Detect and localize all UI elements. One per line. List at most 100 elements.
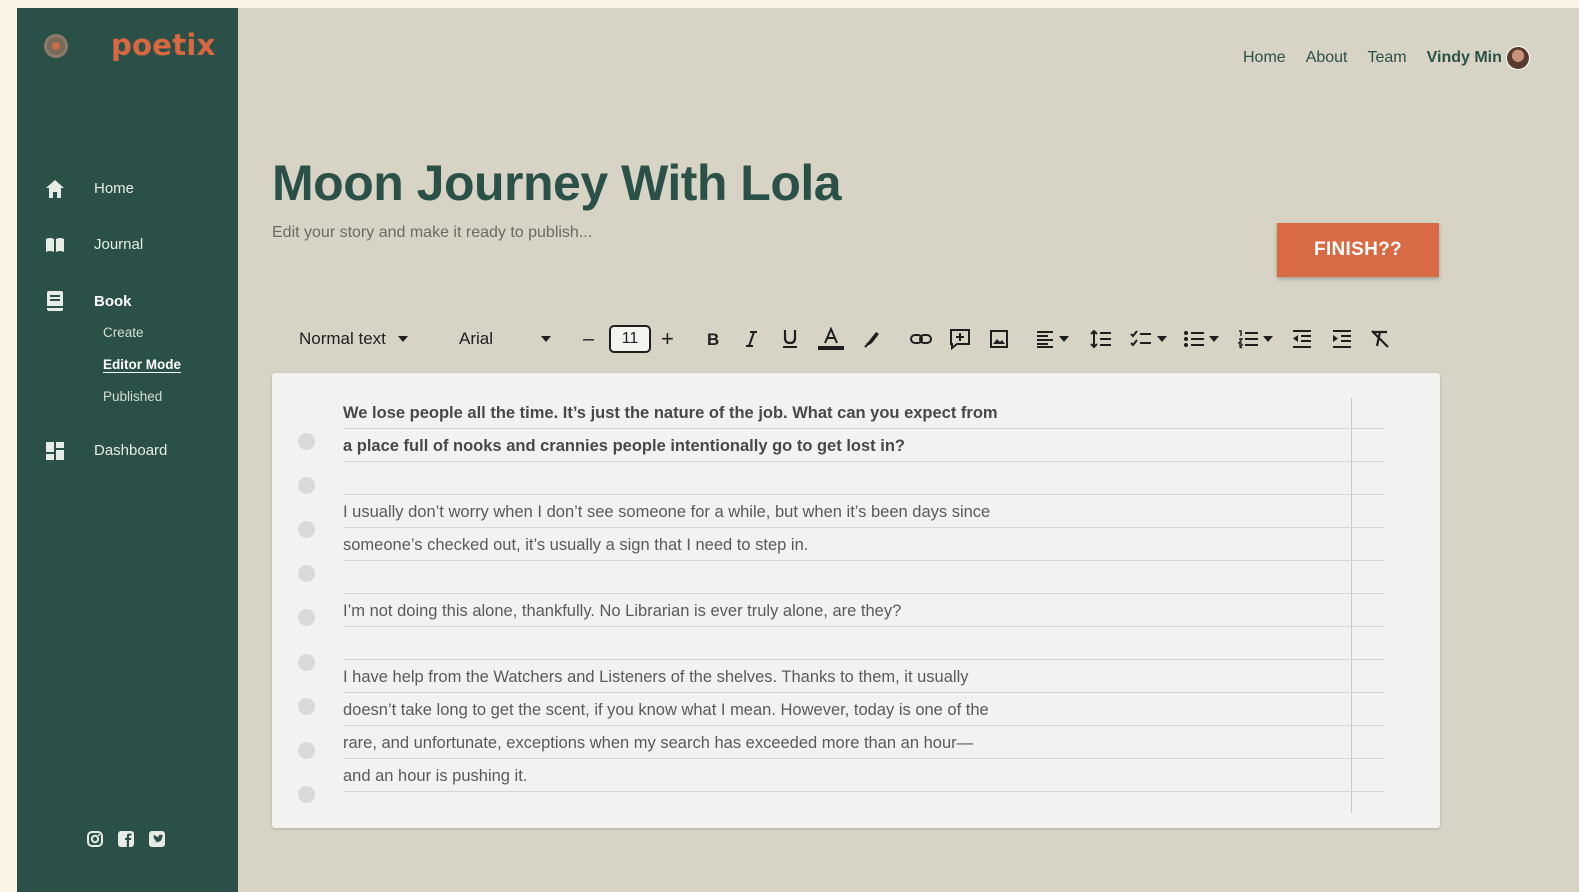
bulleted-list-dropdown[interactable]	[1183, 321, 1219, 357]
line-text: a place full of nooks and crannies peopl…	[343, 437, 905, 455]
increase-indent-button[interactable]	[1331, 321, 1353, 357]
align-dropdown[interactable]	[1035, 321, 1069, 357]
link-icon	[910, 334, 932, 344]
minus-icon: –	[583, 327, 595, 350]
chevron-down-icon	[397, 336, 408, 342]
sidebar-subitem-create[interactable]: Create	[103, 325, 144, 340]
plus-icon: +	[661, 326, 674, 351]
editor-line[interactable]: rare, and unfortunate, exceptions when m…	[343, 726, 1384, 759]
editor-line[interactable]: We lose people all the time. It’s just t…	[343, 396, 1384, 429]
editor-line[interactable]: I have help from the Watchers and Listen…	[343, 660, 1384, 693]
svg-text:B: B	[707, 330, 719, 349]
twitter-icon[interactable]	[148, 830, 166, 848]
dashboard-icon	[46, 442, 64, 460]
editor-line[interactable]: someone’s checked out, it’s usually a si…	[343, 528, 1384, 561]
topnav-team-link[interactable]: Team	[1368, 49, 1407, 67]
editor-line[interactable]	[343, 561, 1384, 594]
font-size-field[interactable]: 11	[609, 321, 651, 357]
text-color-icon	[818, 327, 844, 350]
sidebar-item-dashboard[interactable]: Dashboard	[17, 436, 238, 466]
line-text: I usually don’t worry when I don’t see s…	[343, 503, 991, 521]
sidebar-item-label: Dashboard	[94, 442, 168, 459]
editor-line[interactable]	[343, 627, 1384, 660]
checklist-icon	[1130, 330, 1151, 347]
editor-line[interactable]: a place full of nooks and crannies peopl…	[343, 429, 1384, 462]
underline-button[interactable]	[781, 321, 799, 357]
editor-line[interactable]	[343, 462, 1384, 495]
line-marker[interactable]	[298, 565, 315, 582]
sidebar-item-label: Journal	[94, 236, 144, 253]
editor-page[interactable]: We lose people all the time. It’s just t…	[272, 373, 1440, 828]
font-value: Arial	[459, 329, 494, 348]
brand-logo[interactable]: poetix	[111, 28, 216, 62]
add-comment-icon	[950, 329, 970, 350]
clear-formatting-icon	[1371, 330, 1389, 348]
finish-button[interactable]: FINISH??	[1277, 223, 1439, 277]
editor-line[interactable]: I’m not doing this alone, thankfully. No…	[343, 594, 1384, 627]
sidebar-item-label: Home	[94, 180, 135, 197]
topnav-about-link[interactable]: About	[1306, 49, 1348, 67]
editor-line[interactable]: doesn’t take long to get the scent, if y…	[343, 693, 1384, 726]
clear-formatting-button[interactable]	[1369, 321, 1391, 357]
increase-font-size-button[interactable]: +	[661, 321, 674, 357]
decrease-font-size-button[interactable]: –	[583, 321, 594, 357]
line-text: and an hour is pushing it.	[343, 767, 528, 785]
align-left-icon	[1037, 331, 1053, 348]
line-marker[interactable]	[298, 742, 315, 759]
line-marker[interactable]	[298, 477, 315, 494]
sidebar-item-label: Book	[94, 293, 132, 310]
highlighter-icon	[864, 332, 879, 348]
line-text: I’m not doing this alone, thankfully. No…	[343, 602, 902, 620]
page-title: Moon Journey With Lola	[272, 155, 842, 211]
checklist-dropdown[interactable]	[1129, 321, 1167, 357]
sidebar-subitem-editor-mode[interactable]: Editor Mode	[103, 357, 181, 373]
font-dropdown[interactable]: Arial	[459, 321, 552, 357]
line-text: I have help from the Watchers and Listen…	[343, 668, 969, 686]
home-icon	[46, 180, 64, 198]
line-marker[interactable]	[298, 654, 315, 671]
text-style-dropdown[interactable]: Normal text	[299, 321, 408, 357]
italic-button[interactable]	[743, 321, 759, 357]
instagram-icon[interactable]	[86, 830, 104, 848]
insert-link-button[interactable]	[909, 321, 933, 357]
line-text: We lose people all the time. It’s just t…	[343, 404, 998, 422]
indent-icon	[1333, 330, 1351, 348]
line-spacing-button[interactable]	[1089, 321, 1113, 357]
line-text: rare, and unfortunate, exceptions when m…	[343, 734, 974, 752]
numbered-list-dropdown[interactable]	[1237, 321, 1273, 357]
insert-comment-button[interactable]	[949, 321, 971, 357]
bold-button[interactable]: B	[705, 321, 721, 357]
sidebar-item-home[interactable]: Home	[17, 174, 238, 204]
editor-line[interactable]: and an hour is pushing it.	[343, 759, 1384, 792]
underline-icon	[783, 330, 797, 348]
bold-icon: B	[707, 330, 719, 349]
topnav-home-link[interactable]: Home	[1243, 49, 1286, 67]
sidebar-subitem-published[interactable]: Published	[103, 389, 162, 404]
user-name[interactable]: Vindy Min	[1427, 49, 1502, 67]
italic-icon	[746, 331, 757, 347]
numbered-list-icon	[1237, 330, 1258, 349]
highlight-button[interactable]	[863, 321, 881, 357]
sidebar: poetix Home Journal Book Create Editor M…	[17, 8, 238, 892]
line-text: doesn’t take long to get the scent, if y…	[343, 701, 989, 719]
line-marker[interactable]	[298, 609, 315, 626]
line-text: someone’s checked out, it’s usually a si…	[343, 536, 809, 554]
sidebar-item-book[interactable]: Book	[17, 287, 238, 317]
line-marker[interactable]	[298, 521, 315, 538]
journal-icon	[46, 238, 64, 252]
decrease-indent-button[interactable]	[1291, 321, 1313, 357]
line-marker[interactable]	[298, 433, 315, 450]
text-color-button[interactable]	[817, 321, 845, 357]
avatar[interactable]	[1505, 46, 1530, 70]
insert-image-button[interactable]	[989, 321, 1009, 357]
top-nav: Home About Team Vindy Min	[1243, 46, 1530, 70]
editor-line[interactable]: I usually don’t worry when I don’t see s…	[343, 495, 1384, 528]
chevron-down-icon	[1263, 336, 1273, 342]
chevron-down-icon	[541, 336, 552, 342]
font-size-input[interactable]: 11	[609, 325, 651, 353]
line-marker[interactable]	[298, 786, 315, 803]
chevron-down-icon	[1157, 336, 1167, 342]
sidebar-item-journal[interactable]: Journal	[17, 230, 238, 260]
facebook-icon[interactable]	[117, 830, 135, 848]
line-marker[interactable]	[298, 698, 315, 715]
